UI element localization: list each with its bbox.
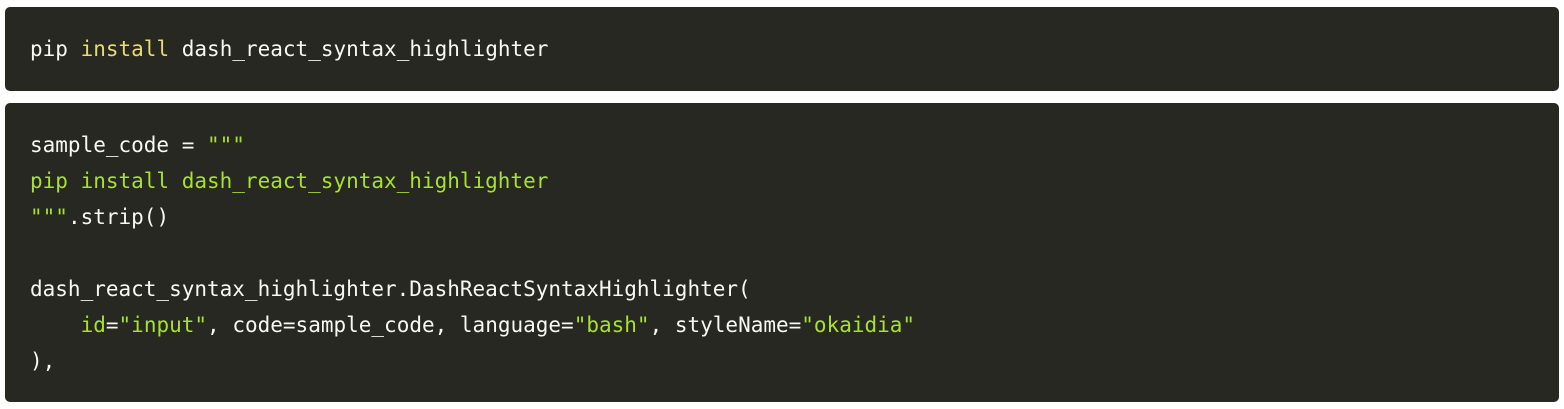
string-token: pip install dash_react_syntax_highlighte… (30, 169, 549, 193)
variable-token: sample_code (30, 133, 170, 157)
code-line: pip install dash_react_syntax_highlighte… (30, 163, 548, 199)
string-token: "okaidia" (801, 313, 916, 337)
code-line: id="input", code=sample_code, language="… (80, 313, 916, 337)
keyword-token: install (80, 37, 170, 61)
string-token: "input" (118, 313, 208, 337)
code-line: """.strip() (30, 205, 170, 229)
code-line: sample_code = """ (30, 133, 245, 157)
string-token: "bash" (573, 313, 650, 337)
package-token: dash_react_syntax_highlighter (181, 37, 549, 61)
string-token: """ (207, 133, 245, 157)
code-line: pip install dash_react_syntax_highlighte… (30, 31, 548, 67)
install-code-block: pip install dash_react_syntax_highlighte… (5, 7, 1559, 91)
command-token: pip (30, 37, 68, 61)
string-token: """ (30, 205, 68, 229)
code-line: ), (30, 349, 56, 373)
attribute-token: id (80, 313, 106, 337)
code-line: dash_react_syntax_highlighter.DashReactS… (30, 277, 751, 301)
example-code-block: sample_code = """ pip install dash_react… (5, 103, 1559, 402)
